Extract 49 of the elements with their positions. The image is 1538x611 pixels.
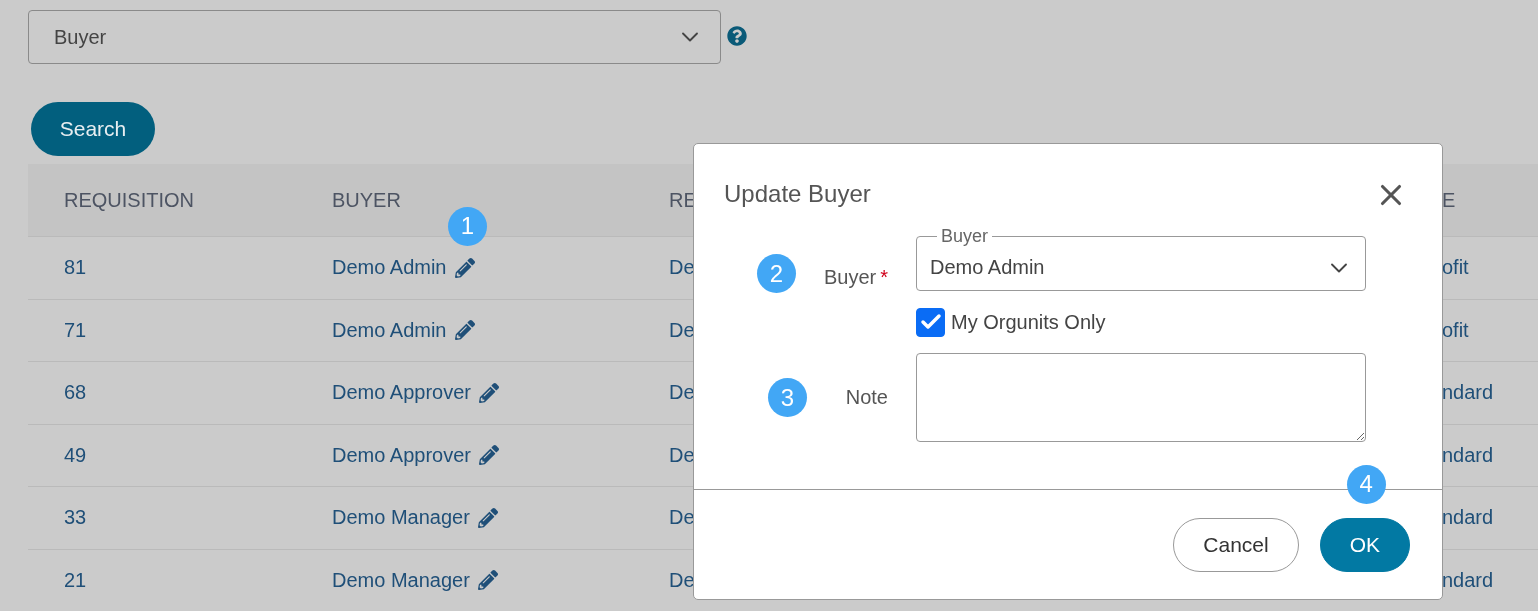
buyer-link[interactable]: Demo Admin — [332, 318, 447, 342]
column-header: REQUISITION — [64, 188, 194, 212]
buyer-link[interactable]: Demo Approver — [332, 381, 471, 405]
table-cell: 71 — [64, 318, 87, 342]
help-icon[interactable] — [727, 26, 747, 46]
checkbox[interactable] — [916, 307, 945, 337]
field-label: Buyer — [823, 266, 877, 289]
step-badge: 4 — [1346, 464, 1386, 504]
column-header: E — [1442, 188, 1456, 212]
buyer-link[interactable]: Demo Admin — [332, 256, 447, 280]
step-badge: 3 — [768, 378, 807, 417]
buyer-link[interactable]: Demo Manager — [332, 568, 470, 592]
table-cell: De — [669, 506, 695, 530]
buyer-link[interactable]: Demo Manager — [332, 506, 470, 530]
pencil-icon[interactable] — [478, 382, 499, 403]
step-badge: 1 — [448, 206, 487, 246]
table-cell: ofit — [1442, 318, 1469, 342]
search-button[interactable]: Search — [31, 102, 155, 156]
table-cell: ndard — [1442, 506, 1494, 530]
pencil-icon[interactable] — [478, 445, 499, 466]
table-cell: ofit — [1442, 256, 1469, 280]
pencil-icon[interactable] — [454, 257, 475, 278]
table-cell: 33 — [64, 506, 87, 530]
filter-select[interactable]: Buyer — [28, 10, 721, 64]
table-cell: 49 — [64, 443, 87, 467]
table-cell: De — [669, 256, 695, 280]
cancel-button[interactable]: Cancel — [1173, 517, 1299, 572]
required-mark: * — [880, 266, 888, 289]
table-cell: De — [669, 318, 695, 342]
step-badge: 2 — [757, 254, 796, 293]
pencil-icon[interactable] — [454, 320, 475, 341]
dialog-title: Update Buyer — [724, 179, 871, 209]
note-field[interactable] — [916, 353, 1366, 442]
table-cell: 68 — [64, 381, 87, 405]
buyer-link[interactable]: Demo Approver — [332, 443, 471, 467]
table-cell: ndard — [1442, 568, 1494, 592]
table-cell: De — [669, 568, 695, 592]
table-cell: ndard — [1442, 443, 1494, 467]
column-header: BUYER — [332, 188, 401, 212]
pencil-icon[interactable] — [477, 570, 498, 591]
field-label: Note — [845, 386, 888, 409]
table-cell: De — [669, 443, 695, 467]
table-cell: 21 — [64, 568, 87, 592]
buyer-select[interactable]: Buyer Demo Admin — [916, 227, 1366, 291]
pencil-icon[interactable] — [477, 507, 498, 528]
table-cell: ndard — [1442, 381, 1494, 405]
orgunits-checkbox[interactable]: My Orgunits Only — [916, 307, 1366, 337]
table-cell: De — [669, 381, 695, 405]
table-cell: 81 — [64, 256, 87, 280]
